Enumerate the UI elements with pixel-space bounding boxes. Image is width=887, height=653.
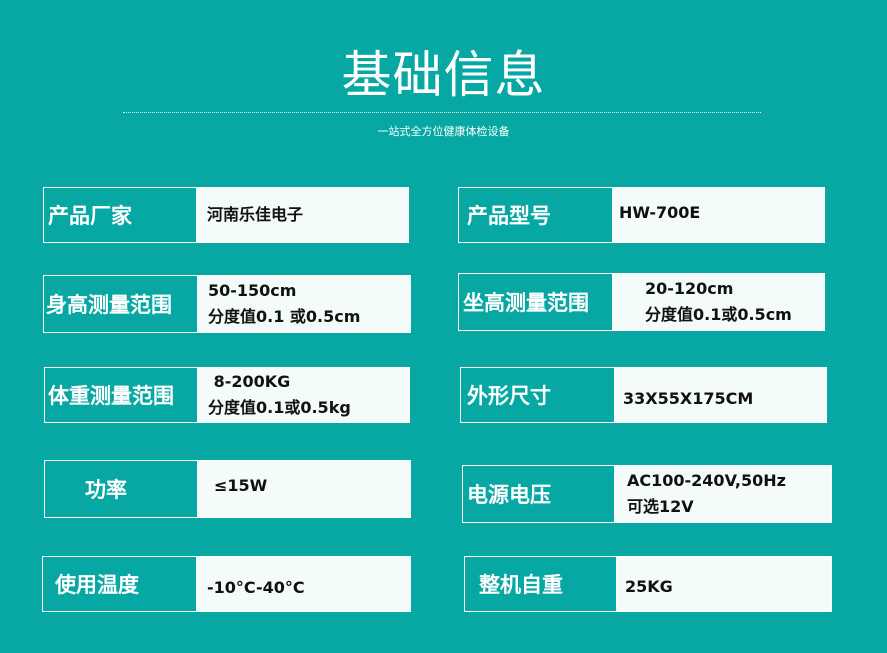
spec-label: 外形尺寸 [461,368,615,422]
spec-label: 整机自重 [465,557,617,611]
spec-sitting-height-range: 坐高测量范围 20-120cm 分度值0.1或0.5cm [458,273,825,331]
spec-value: ≤15W [198,461,410,517]
spec-net-weight: 整机自重 25KG [464,556,832,612]
spec-value-line: 8-200KG [208,372,291,391]
spec-label: 体重测量范围 [45,368,198,422]
spec-value: 33X55X175CM [615,368,826,422]
spec-value-line: 分度值0.1或0.5cm [645,305,792,324]
spec-power: 功率 ≤15W [44,460,411,518]
spec-model: 产品型号 HW-700E [458,187,825,243]
spec-value: HW-700E [613,188,824,242]
page-subtitle: 一站式全方位健康体检设备 [377,125,510,138]
spec-voltage: 电源电压 AC100-240V,50Hz 可选12V [462,465,832,523]
page-title: 基础信息 [341,46,546,104]
spec-label: 坐高测量范围 [459,274,613,330]
spec-value: 8-200KG 分度值0.1或0.5kg [198,368,409,422]
spec-value-line: 河南乐佳电子 [207,205,304,224]
spec-manufacturer: 产品厂家 河南乐佳电子 [43,187,409,243]
spec-dimensions: 外形尺寸 33X55X175CM [460,367,827,423]
spec-value: 25KG [617,557,831,611]
spec-value-line: 25KG [625,577,673,596]
spec-value: -10°C-40°C [197,557,410,611]
spec-label: 产品型号 [459,188,613,242]
spec-weight-range: 体重测量范围 8-200KG 分度值0.1或0.5kg [44,367,410,423]
spec-height-range: 身高测量范围 50-150cm 分度值0.1 或0.5cm [43,275,411,333]
spec-value-line: 可选12V [627,497,694,516]
spec-label: 功率 [45,461,198,517]
spec-value-line: 33X55X175CM [623,389,754,408]
spec-label: 身高测量范围 [44,276,198,332]
spec-value-line: 分度值0.1或0.5kg [208,398,351,417]
spec-label: 使用温度 [43,557,197,611]
title-divider [123,112,761,113]
spec-label: 电源电压 [463,466,615,522]
spec-value: 河南乐佳电子 [197,188,408,242]
spec-value-line: 20-120cm [645,279,734,298]
spec-value: 20-120cm 分度值0.1或0.5cm [613,274,824,330]
spec-value-line: HW-700E [619,203,701,222]
spec-value-line: -10°C-40°C [207,578,305,597]
spec-value-line: 分度值0.1 或0.5cm [208,307,361,326]
spec-value-line: AC100-240V,50Hz [627,471,786,490]
spec-value: 50-150cm 分度值0.1 或0.5cm [198,276,410,332]
spec-label: 产品厂家 [44,188,197,242]
spec-value-line: 50-150cm [208,281,297,300]
spec-temperature: 使用温度 -10°C-40°C [42,556,411,612]
spec-value-line: ≤15W [214,476,268,495]
spec-value: AC100-240V,50Hz 可选12V [615,466,831,522]
